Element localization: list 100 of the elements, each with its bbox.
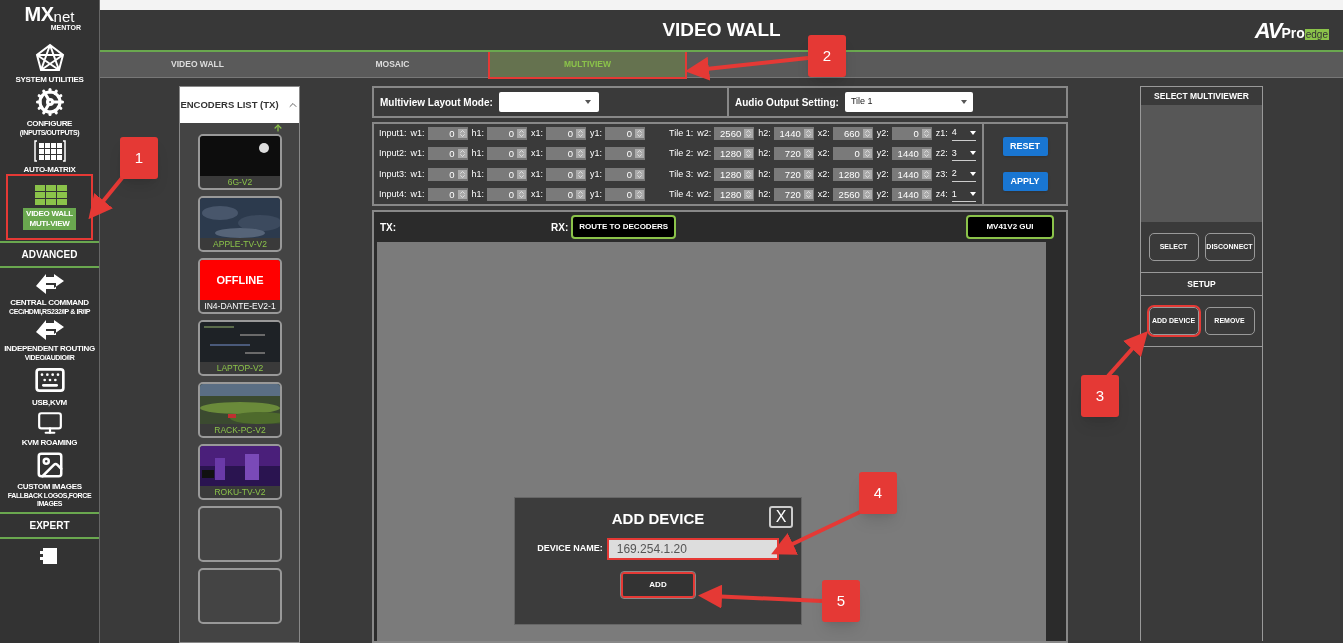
encoder-card[interactable]: RACK-PC-V2 — [198, 382, 282, 438]
spinner-icon[interactable] — [635, 169, 645, 179]
number-field[interactable]: 0 — [605, 147, 646, 161]
number-field[interactable]: 1440 — [773, 126, 814, 140]
spinner-icon[interactable] — [862, 190, 872, 200]
field-label: y2: — [876, 188, 889, 201]
spinner-icon[interactable] — [457, 128, 467, 138]
number-field[interactable]: 1280 — [714, 147, 755, 161]
field-label: y1: — [590, 188, 603, 201]
sidebar-item[interactable]: AUTO-MATRIX — [1, 138, 98, 176]
number-field[interactable]: 0 — [891, 126, 932, 140]
sidebar-item[interactable]: USB,KVM — [1, 363, 98, 409]
z-order-select[interactable]: 3 — [951, 146, 976, 161]
z-order-select[interactable]: 2 — [951, 167, 976, 182]
spinner-icon[interactable] — [635, 190, 645, 200]
spinner-icon[interactable] — [517, 190, 527, 200]
number-field[interactable]: 1440 — [891, 147, 932, 161]
spinner-icon[interactable] — [517, 169, 527, 179]
spinner-icon[interactable] — [862, 128, 872, 138]
spinner-icon[interactable] — [744, 169, 754, 179]
number-field[interactable]: 0 — [427, 167, 468, 181]
spinner-icon[interactable] — [921, 149, 931, 159]
number-field[interactable]: 1440 — [891, 167, 932, 181]
tab[interactable]: VIDEO WALL — [100, 52, 295, 77]
spinner-icon[interactable] — [803, 149, 813, 159]
spinner-icon[interactable] — [635, 149, 645, 159]
field-label: y1: — [590, 147, 603, 160]
encoder-card[interactable]: ROKU-TV-V2 — [198, 444, 282, 500]
spinner-icon[interactable] — [744, 128, 754, 138]
number-field[interactable]: 720 — [773, 188, 814, 202]
z-order-select[interactable]: 1 — [951, 187, 976, 202]
encoder-card[interactable]: 6G-V2 — [198, 134, 282, 190]
device-name-field[interactable]: 169.254.1.20 — [606, 538, 779, 560]
number-field[interactable]: 1280 — [714, 167, 755, 181]
encoder-name: RACK-PC-V2 — [213, 424, 267, 436]
number-field[interactable]: 0 — [487, 126, 528, 140]
spinner-icon[interactable] — [576, 128, 586, 138]
number-field[interactable]: 0 — [546, 188, 587, 202]
number-field[interactable]: 1280 — [714, 188, 755, 202]
z-order-select[interactable]: 4 — [951, 126, 976, 141]
audio-output-select[interactable]: Tile 1 — [844, 92, 973, 112]
grid-icon — [33, 139, 66, 163]
spinner-icon[interactable] — [457, 169, 467, 179]
action-button[interactable]: RESET — [1002, 137, 1048, 156]
gui-button[interactable]: MV41V2 GUI — [966, 215, 1054, 239]
tab[interactable]: MOSAIC — [295, 52, 490, 77]
close-button[interactable]: X — [769, 506, 793, 528]
spinner-icon[interactable] — [635, 128, 645, 138]
number-field[interactable]: 0 — [427, 188, 468, 202]
number-field[interactable]: 2560 — [832, 188, 873, 202]
arrow-up-icon[interactable] — [273, 123, 283, 133]
number-field[interactable]: 660 — [832, 126, 873, 140]
number-field[interactable]: 0 — [605, 167, 646, 181]
spinner-icon[interactable] — [803, 169, 813, 179]
spinner-icon[interactable] — [803, 128, 813, 138]
number-field[interactable]: 0 — [832, 147, 873, 161]
number-field[interactable]: 0 — [546, 126, 587, 140]
number-field[interactable]: 0 — [605, 126, 646, 140]
sidebar-item[interactable]: SYSTEM UTILITIES — [1, 42, 98, 86]
number-field[interactable]: 720 — [773, 147, 814, 161]
number-field[interactable]: 0 — [487, 167, 528, 181]
spinner-icon[interactable] — [744, 149, 754, 159]
add-button[interactable]: ADD — [621, 572, 695, 598]
number-field[interactable]: 0 — [546, 167, 587, 181]
number-field[interactable]: 0 — [487, 188, 528, 202]
spinner-icon[interactable] — [576, 149, 586, 159]
spinner-icon[interactable] — [921, 190, 931, 200]
number-field[interactable]: 0 — [427, 147, 468, 161]
number-field[interactable]: 0 — [487, 147, 528, 161]
encoder-card[interactable]: APPLE-TV-V2 — [198, 196, 282, 252]
sidebar-item[interactable]: KVM ROAMING — [1, 409, 98, 449]
number-field[interactable]: 720 — [773, 167, 814, 181]
number-field[interactable]: 1280 — [832, 167, 873, 181]
tab[interactable]: MULTIVIEW — [490, 52, 685, 77]
action-button[interactable]: APPLY — [1002, 172, 1048, 191]
sidebar-item[interactable]: VIDEO WALL MUTI-VIEW — [8, 176, 91, 238]
encoder-card[interactable]: LAPTOP-V2 — [198, 320, 282, 376]
number-field[interactable]: 0 — [427, 126, 468, 140]
double-arrow-icon — [33, 318, 66, 342]
spinner-icon[interactable] — [576, 169, 586, 179]
spinner-icon[interactable] — [803, 190, 813, 200]
number-field[interactable]: 0 — [605, 188, 646, 202]
number-field[interactable]: 1440 — [891, 188, 932, 202]
number-field[interactable]: 2560 — [714, 126, 755, 140]
spinner-icon[interactable] — [517, 128, 527, 138]
spinner-icon[interactable] — [457, 149, 467, 159]
spinner-icon[interactable] — [576, 190, 586, 200]
number-field[interactable]: 0 — [546, 147, 587, 161]
encoders-list-header[interactable]: ENCODERS LIST (TX) — [180, 87, 299, 123]
spinner-icon[interactable] — [921, 128, 931, 138]
video-wall-icon — [32, 184, 67, 206]
encoder-card[interactable]: OFFLINE IN4-DANTE-EV2-1 — [198, 258, 282, 314]
spinner-icon[interactable] — [517, 149, 527, 159]
spinner-icon[interactable] — [921, 169, 931, 179]
field-label: h1: — [471, 188, 485, 201]
spinner-icon[interactable] — [457, 190, 467, 200]
spinner-icon[interactable] — [744, 190, 754, 200]
spinner-icon[interactable] — [862, 149, 872, 159]
spinner-icon[interactable] — [862, 169, 872, 179]
route-to-decoders-button[interactable]: ROUTE TO DECODERS — [571, 215, 677, 239]
